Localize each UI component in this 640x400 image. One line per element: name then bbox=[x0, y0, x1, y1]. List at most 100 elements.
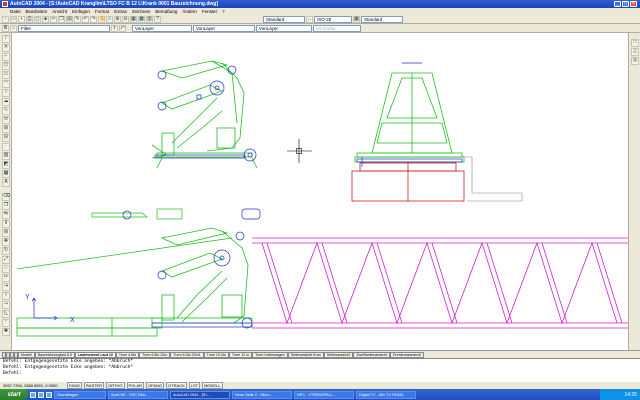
xline-icon[interactable]: ✕ bbox=[2, 44, 10, 52]
redo-icon[interactable]: ↷ bbox=[90, 15, 97, 23]
tool-palettes-icon[interactable]: ▥ bbox=[146, 15, 153, 23]
pan-icon[interactable]: ✋ bbox=[98, 15, 105, 23]
dimstyle-icon[interactable]: ↔ bbox=[306, 15, 313, 23]
layer-select[interactable]: Filter bbox=[18, 24, 110, 32]
menu-datei[interactable]: Datei bbox=[10, 9, 21, 14]
layer-state-icon[interactable]: ☼ bbox=[10, 24, 17, 32]
toggle-raster[interactable]: RASTER bbox=[83, 382, 105, 389]
mtext-icon[interactable]: A bbox=[2, 179, 10, 187]
help-icon[interactable]: ? bbox=[154, 15, 161, 23]
tab-layout-4[interactable]: Turm 6.5to 20m bbox=[139, 351, 171, 358]
linetype-select[interactable]: VonLayer bbox=[193, 24, 255, 32]
zoom-window-icon[interactable]: ⊕ bbox=[114, 15, 121, 23]
tab-layout-9[interactable]: Seitenansicht Kran bbox=[287, 351, 324, 358]
point-icon[interactable]: · bbox=[2, 143, 10, 151]
menu-bearbeiten[interactable]: Bearbeiten bbox=[26, 9, 48, 14]
scale-icon[interactable]: ⤢ bbox=[2, 256, 10, 264]
toggle-polar[interactable]: POLAR bbox=[126, 382, 145, 389]
rectangle-icon[interactable]: ▭ bbox=[2, 71, 10, 79]
menu-zeichnen[interactable]: Zeichnen bbox=[132, 9, 151, 14]
preview-icon[interactable]: ◻ bbox=[34, 15, 41, 23]
design-center-icon[interactable]: ▩ bbox=[138, 15, 145, 23]
menu-ansicht[interactable]: Ansicht bbox=[52, 9, 67, 14]
layer-manager-icon[interactable]: ≣ bbox=[2, 24, 9, 32]
fillet-icon[interactable]: ◜ bbox=[2, 319, 10, 327]
tab-layout-6[interactable]: Turm 10.0to bbox=[203, 351, 229, 358]
tab-layout-8[interactable]: Turm Untenwagen bbox=[252, 351, 288, 358]
toggle-otrack[interactable]: OTRACK bbox=[166, 382, 187, 389]
snap-midpoint-icon[interactable]: △ bbox=[631, 48, 639, 56]
paste-icon[interactable]: ▤ bbox=[66, 15, 73, 23]
menu-aendern[interactable]: Ändern bbox=[182, 9, 197, 14]
tab-layout-11[interactable]: Zweiflankenansicht bbox=[353, 351, 390, 358]
mirror-icon[interactable]: ⇋ bbox=[2, 211, 10, 219]
tab-layout-1[interactable]: Bauzeichnunglast 8.0 bbox=[34, 351, 75, 358]
snap-endpoint-icon[interactable]: □ bbox=[631, 39, 639, 47]
menu-einfuegen[interactable]: Einfügen bbox=[72, 9, 90, 14]
region-icon[interactable]: ◩ bbox=[2, 161, 10, 169]
properties-icon[interactable]: ▦ bbox=[130, 15, 137, 23]
spline-icon[interactable]: ∿ bbox=[2, 107, 10, 115]
tab-modell[interactable]: Modell bbox=[18, 351, 35, 358]
menu-hilfe[interactable]: ? bbox=[222, 9, 225, 14]
print-icon[interactable]: ⎙ bbox=[26, 15, 33, 23]
tab-layout-10[interactable]: Seitenansicht2 bbox=[323, 351, 354, 358]
explode-icon[interactable]: ✺ bbox=[2, 328, 10, 336]
break-icon[interactable]: ⌇ bbox=[2, 292, 10, 300]
task-item-autocad[interactable]: AutoCAD 2004 - [S:\... bbox=[170, 390, 230, 399]
revcloud-icon[interactable]: ☁ bbox=[2, 98, 10, 106]
tab-layout-3[interactable]: Turm 4.5to bbox=[115, 351, 140, 358]
save-icon[interactable]: ▪ bbox=[18, 15, 25, 23]
quicklaunch-media-icon[interactable] bbox=[46, 391, 52, 398]
ellipse-icon[interactable]: ⬭ bbox=[2, 116, 10, 124]
minimize-button[interactable]: _ bbox=[614, 1, 621, 7]
task-item[interactable]: Digital TV - Win TV ROMA bbox=[356, 390, 416, 399]
clock[interactable]: 14:35 bbox=[624, 392, 637, 398]
layer-previous-icon[interactable]: ⤺ bbox=[119, 24, 126, 32]
extend-icon[interactable]: ⇥ bbox=[2, 283, 10, 291]
move-icon[interactable]: ✥ bbox=[2, 238, 10, 246]
menu-bemassung[interactable]: Bemaßung bbox=[155, 9, 177, 14]
zoom-previous-icon[interactable]: ⊖ bbox=[122, 15, 129, 23]
task-item[interactable]: Spiel NE - DSC Betr... bbox=[108, 390, 168, 399]
tab-layout-7[interactable]: Turm 12 m bbox=[228, 351, 253, 358]
arc-icon[interactable]: ◠ bbox=[2, 80, 10, 88]
tab-layout-2[interactable]: Lastmoment Laut 10 bbox=[74, 351, 116, 358]
snap-center-icon[interactable]: ◎ bbox=[631, 57, 639, 65]
polyline-icon[interactable]: ⌐ bbox=[2, 53, 10, 61]
trim-icon[interactable]: ✂ bbox=[2, 274, 10, 282]
polygon-icon[interactable]: ⬡ bbox=[2, 62, 10, 70]
menu-extras[interactable]: Extras bbox=[114, 9, 127, 14]
dim-style-select[interactable]: ISO-25 bbox=[314, 15, 352, 23]
match-properties-icon[interactable]: ✎ bbox=[74, 15, 81, 23]
toggle-ofang[interactable]: OFANG bbox=[146, 382, 165, 389]
quicklaunch-ie-icon[interactable] bbox=[30, 391, 36, 398]
line-icon[interactable]: / bbox=[2, 35, 10, 43]
task-item[interactable]: Neue Seite 2 - Micro... bbox=[232, 390, 292, 399]
quicklaunch-desktop-icon[interactable] bbox=[38, 391, 44, 398]
insert-block-icon[interactable]: ⊞ bbox=[2, 125, 10, 133]
task-item[interactable]: NPC - VTREM2PALL... bbox=[294, 390, 354, 399]
make-current-icon[interactable]: ⇪ bbox=[111, 24, 118, 32]
make-block-icon[interactable]: ⊟ bbox=[2, 134, 10, 142]
table-style-select[interactable]: Standard bbox=[361, 15, 403, 23]
offset-icon[interactable]: ⫴ bbox=[2, 220, 10, 228]
cut-icon[interactable]: ✂ bbox=[50, 15, 57, 23]
copy-object-icon[interactable]: ❐ bbox=[2, 202, 10, 210]
start-button[interactable]: start bbox=[0, 389, 28, 400]
toggle-lst[interactable]: LST bbox=[188, 382, 201, 389]
menu-fenster[interactable]: Fenster bbox=[202, 9, 217, 14]
toggle-fang[interactable]: FANG bbox=[67, 382, 82, 389]
drawing-canvas[interactable]: Y X bbox=[12, 33, 628, 350]
join-icon[interactable]: ⊸ bbox=[2, 301, 10, 309]
open-file-icon[interactable]: ▭ bbox=[10, 15, 17, 23]
toggle-modell[interactable]: MODELL bbox=[202, 382, 223, 389]
tab-layout-5[interactable]: Turm 6.0to 20m1 bbox=[170, 351, 204, 358]
autocad-app-icon[interactable] bbox=[2, 1, 8, 7]
hatch-icon[interactable]: ▨ bbox=[2, 152, 10, 160]
undo-icon[interactable]: ↶ bbox=[82, 15, 89, 23]
plotstyle-select[interactable]: VonFarbe bbox=[313, 24, 361, 32]
erase-icon[interactable]: ⌫ bbox=[2, 193, 10, 201]
rotate-icon[interactable]: ↻ bbox=[2, 247, 10, 255]
color-select[interactable]: VonLayer bbox=[132, 24, 192, 32]
